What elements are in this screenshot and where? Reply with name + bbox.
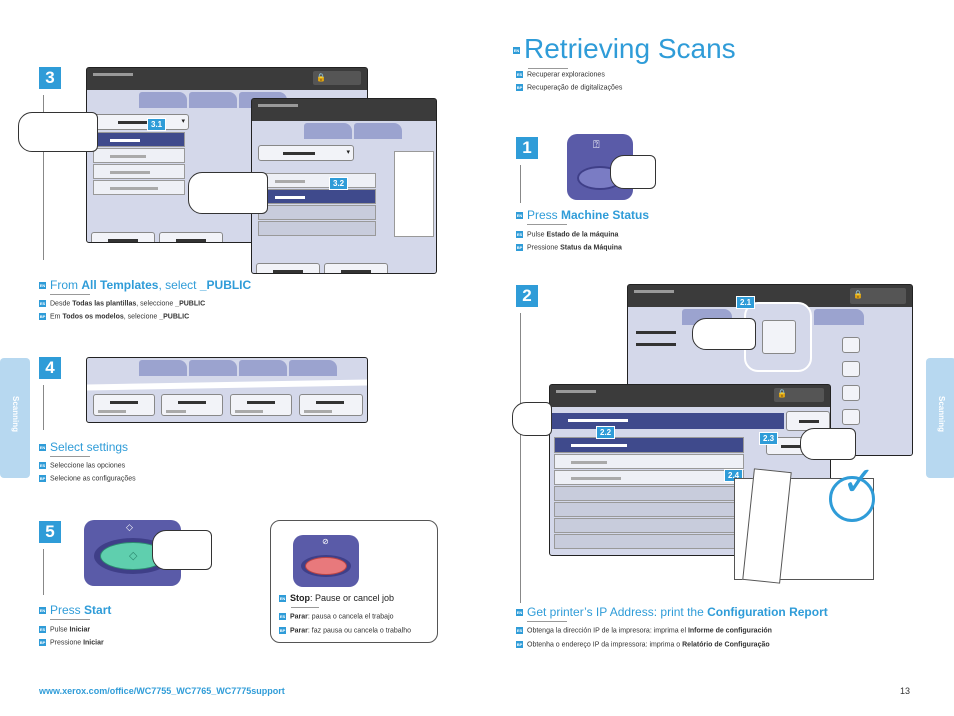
divider bbox=[291, 607, 319, 608]
step-2-connector bbox=[520, 313, 521, 603]
side-tab-label: Scanning bbox=[937, 396, 946, 433]
divider bbox=[528, 68, 568, 69]
divider bbox=[50, 294, 90, 295]
step-1-number: 1 bbox=[516, 137, 538, 159]
pointing-hand-icon bbox=[512, 402, 552, 436]
pointing-hand-icon bbox=[188, 172, 268, 214]
callout-2-2: 2.2 bbox=[596, 426, 616, 439]
divider bbox=[527, 224, 567, 225]
step-5-instruction-bp: BP Pressione Iniciar bbox=[39, 639, 104, 647]
step-5-instruction-en: EN Press Start bbox=[39, 603, 112, 617]
side-tab-scanning-right[interactable]: Scanning bbox=[926, 358, 954, 478]
title-bp: BP Recuperação de digitalizações bbox=[516, 84, 623, 92]
callout-2-1: 2.1 bbox=[736, 296, 756, 309]
step-1-instruction-es: ES Pulse Estado de la máquina bbox=[516, 231, 619, 239]
step-4-number: 4 bbox=[39, 357, 61, 379]
step-1-instruction-bp: BP Pressione Status da Máquina bbox=[516, 244, 622, 252]
step-3-instruction-es: ES Desde Todas las plantillas, seleccione… bbox=[39, 300, 206, 308]
stop-instruction-bp: BP Parar: faz pausa ou cancela o trabalho bbox=[279, 627, 412, 635]
step-4-screen bbox=[86, 357, 368, 423]
start-icon: ◇ bbox=[129, 549, 138, 562]
lock-icon: 🔒 bbox=[316, 73, 326, 82]
lock-icon: 🔒 bbox=[777, 389, 787, 398]
divider bbox=[50, 456, 90, 457]
pointing-hand-icon bbox=[152, 530, 212, 570]
start-symbol-icon: ◇ bbox=[126, 523, 133, 533]
stop-instruction-es: ES Parar: pausa o cancela el trabajo bbox=[279, 613, 394, 621]
step-3-number: 3 bbox=[39, 67, 61, 89]
side-tab-label: Scanning bbox=[11, 396, 20, 433]
pointing-hand-icon bbox=[18, 112, 98, 152]
step-4-instruction-es: ES Seleccione las opciones bbox=[39, 462, 126, 470]
pointing-hand-icon bbox=[800, 428, 856, 460]
pointing-hand-icon bbox=[610, 155, 656, 189]
step-5-number: 5 bbox=[39, 521, 61, 543]
step-2-instruction-es: ES Obtenga la dirección IP de la impresor… bbox=[516, 627, 772, 635]
divider bbox=[527, 621, 567, 622]
checkmark-icon: ✓ bbox=[842, 459, 876, 505]
stop-button[interactable] bbox=[305, 557, 347, 575]
pointing-hand-icon bbox=[692, 318, 756, 350]
side-tab-scanning-left[interactable]: Scanning bbox=[0, 358, 30, 478]
page-number: 13 bbox=[900, 686, 911, 696]
stop-panel: ⊘ bbox=[293, 535, 359, 587]
step-5-instruction-es: ES Pulse Iniciar bbox=[39, 626, 91, 634]
stop-instruction-en: EN Stop: Pause or cancel job bbox=[279, 593, 395, 603]
callout-3-1: 3.1 bbox=[147, 118, 167, 131]
stop-symbol-icon: ⊘ bbox=[322, 537, 329, 546]
stop-info-box: ⊘ EN Stop: Pause or cancel job ES Parar: p… bbox=[270, 520, 438, 643]
step-1-connector bbox=[520, 165, 521, 203]
step-1-instruction-en: EN Press Machine Status bbox=[516, 208, 650, 222]
configuration-report-icon[interactable] bbox=[762, 320, 796, 354]
step-3-instruction-bp: BP Em Todos os modelos, selecione _PUBLIC bbox=[39, 313, 190, 321]
callout-3-2: 3.2 bbox=[329, 177, 349, 190]
dropdown-arrow-icon: ▾ bbox=[181, 117, 185, 125]
step-3-instruction-en: EN From All Templates, select _PUBLIC bbox=[39, 278, 252, 292]
page-title: EN Retrieving Scans bbox=[513, 33, 736, 64]
step-2-number: 2 bbox=[516, 285, 538, 307]
callout-2-3: 2.3 bbox=[759, 432, 779, 445]
step-4-instruction-bp: BP Selecione as configurações bbox=[39, 475, 136, 483]
step-4-connector bbox=[43, 385, 44, 430]
support-url-link[interactable]: www.xerox.com/office/WC7755_WC7765_WC777… bbox=[39, 686, 285, 696]
step-2-instruction-en: EN Get printer’s IP Address: print the Co… bbox=[516, 605, 828, 619]
dropdown-arrow-icon: ▾ bbox=[346, 148, 350, 156]
step-4-instruction-en: EN Select settings bbox=[39, 440, 129, 454]
machine-status-icon: ⍰ bbox=[593, 138, 600, 151]
step-5-connector bbox=[43, 549, 44, 595]
title-es: ES Recuperar exploraciones bbox=[516, 71, 605, 79]
divider bbox=[50, 619, 90, 620]
step-2-instruction-bp: BP Obtenha o endereço IP da impressora: i… bbox=[516, 641, 770, 649]
lock-icon: 🔒 bbox=[853, 290, 863, 299]
login-button: 🔒 bbox=[313, 71, 361, 85]
